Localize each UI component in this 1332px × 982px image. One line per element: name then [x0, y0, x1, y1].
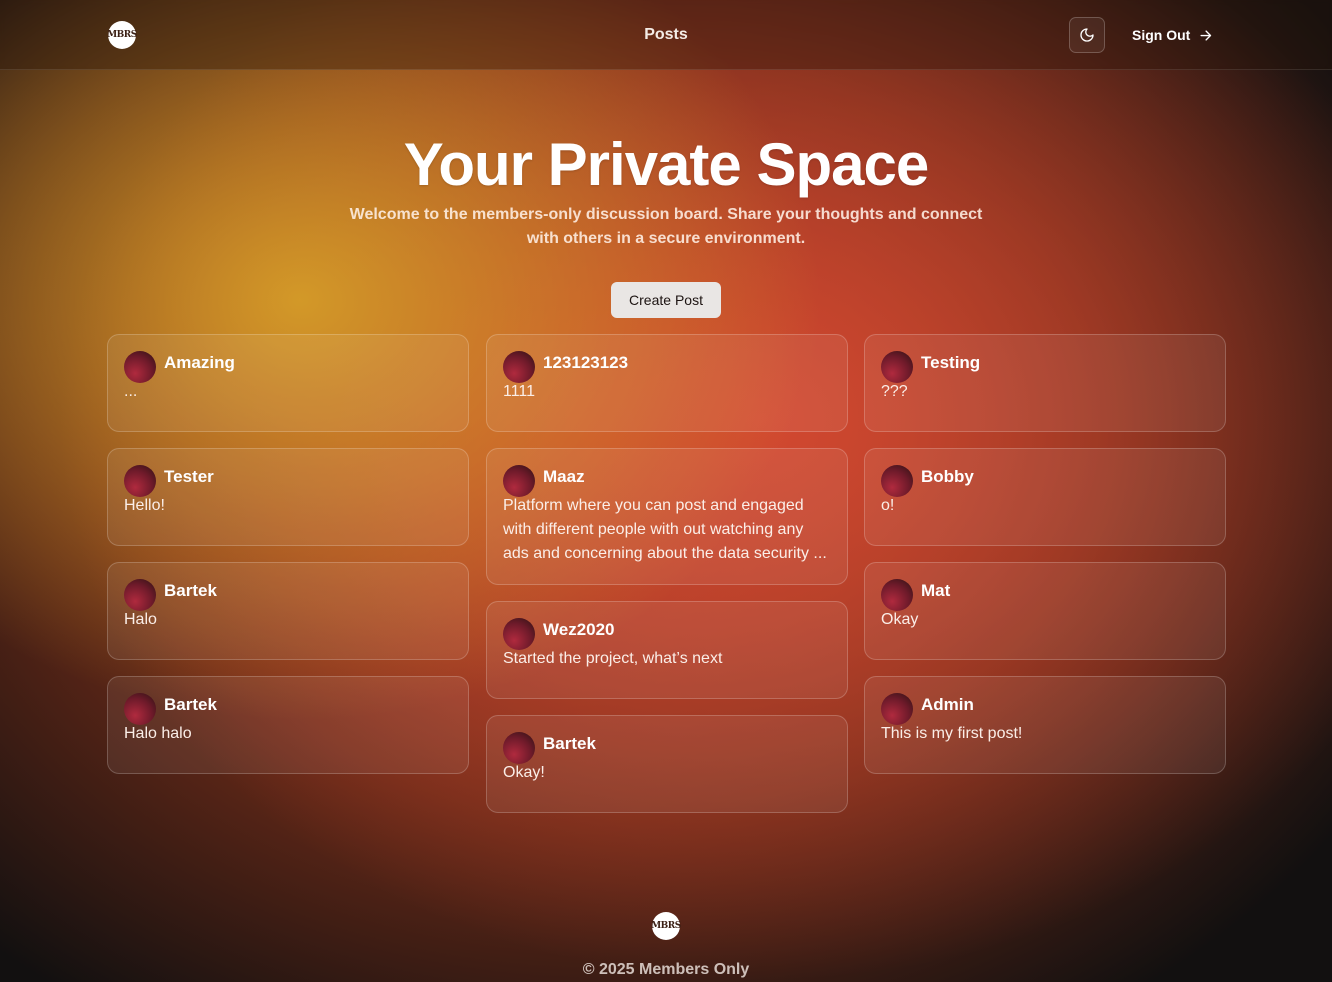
post-card[interactable]: Amazing ... — [107, 334, 469, 432]
avatar — [881, 579, 913, 611]
footer-copyright: © 2025 Members Only — [582, 961, 750, 978]
post-content: Hello! — [124, 497, 165, 514]
post-author: Maaz — [543, 467, 585, 486]
post-card[interactable]: Bartek Halo halo — [107, 676, 469, 774]
avatar — [124, 579, 156, 611]
avatar — [881, 693, 913, 725]
hero-subtitle: Welcome to the members-only discussion b… — [349, 206, 983, 247]
post-author: Admin — [921, 695, 974, 714]
post-author: Bartek — [164, 581, 217, 600]
post-content: Started the project, what’s next — [503, 650, 723, 667]
post-author: Tester — [164, 467, 214, 486]
post-author: Mat — [921, 581, 951, 600]
post-card[interactable]: Bartek Okay! — [486, 715, 848, 813]
posts-column-2: 123123123 1111 Maaz Platform where you c… — [486, 334, 848, 813]
top-navbar: MBRS Posts Sign Out — [0, 0, 1332, 70]
posts-column-3: Testing ??? Bobby o! Mat Okay Admin This… — [864, 334, 1226, 774]
post-card[interactable]: Maaz Platform where you can post and eng… — [486, 448, 848, 585]
post-content: Okay! — [503, 764, 545, 781]
post-card[interactable]: Tester Hello! — [107, 448, 469, 546]
post-card[interactable]: Bobby o! — [864, 448, 1226, 546]
avatar — [881, 351, 913, 383]
post-author: Amazing — [164, 353, 235, 372]
avatar — [503, 618, 535, 650]
moon-icon — [1080, 28, 1094, 42]
sign-out-button[interactable]: Sign Out — [1132, 26, 1213, 44]
hero-title: Your Private Space — [403, 131, 929, 198]
avatar — [124, 465, 156, 497]
sign-out-label: Sign Out — [1132, 27, 1191, 43]
arrow-right-icon — [1200, 29, 1212, 41]
post-content: o! — [881, 497, 895, 514]
post-content: This is my first post! — [881, 725, 1023, 742]
post-content: Halo halo — [124, 725, 192, 742]
theme-toggle-button[interactable] — [1069, 17, 1105, 53]
post-author: Bartek — [543, 734, 596, 753]
post-content: ??? — [881, 383, 908, 400]
post-content: Platform where you can post and engaged … — [503, 497, 827, 562]
post-card[interactable]: Mat Okay — [864, 562, 1226, 660]
avatar — [124, 351, 156, 383]
avatar — [503, 465, 535, 497]
post-content: Halo — [124, 611, 157, 628]
post-author: 123123123 — [543, 353, 629, 372]
avatar — [503, 732, 535, 764]
post-card[interactable]: Testing ??? — [864, 334, 1226, 432]
post-card[interactable]: Wez2020 Started the project, what’s next — [486, 601, 848, 699]
post-author: Testing — [921, 353, 981, 372]
footer-logo-icon: MBRS — [651, 912, 681, 940]
avatar — [503, 351, 535, 383]
post-content: ... — [124, 383, 138, 400]
post-card[interactable]: Bartek Halo — [107, 562, 469, 660]
post-card[interactable]: 123123123 1111 — [486, 334, 848, 432]
post-author: Wez2020 — [543, 620, 615, 639]
avatar — [124, 693, 156, 725]
post-content: 1111 — [503, 383, 536, 400]
posts-column-1: Amazing ... Tester Hello! Bartek Halo Ba… — [107, 334, 469, 774]
post-card[interactable]: Admin This is my first post! — [864, 676, 1226, 774]
post-author: Bobby — [921, 467, 974, 486]
avatar — [881, 465, 913, 497]
post-content: Okay — [881, 611, 919, 628]
create-post-button[interactable]: Create Post — [611, 282, 721, 318]
post-author: Bartek — [164, 695, 217, 714]
